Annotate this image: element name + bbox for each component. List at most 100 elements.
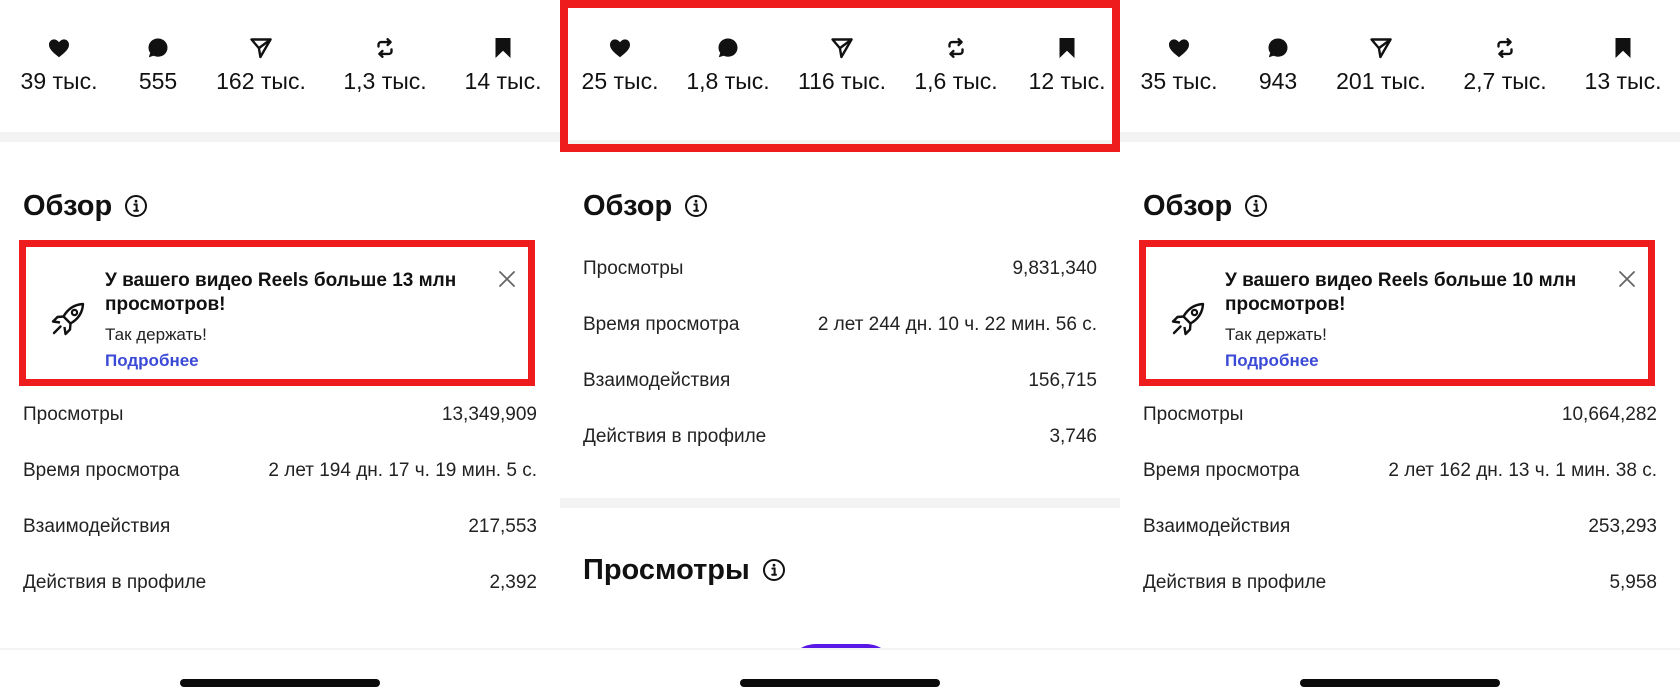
overview-title: Обзор bbox=[1143, 189, 1233, 222]
metric-label: Действия в профиле bbox=[23, 572, 207, 593]
metric-value: 156,715 bbox=[1028, 370, 1097, 391]
metric-row-profile-activity: Действия в профиле 5,958 bbox=[1143, 572, 1657, 628]
metric-value: 2,392 bbox=[489, 572, 537, 593]
home-indicator[interactable] bbox=[740, 679, 940, 687]
insights-panel-2: 25 тыс. 1,8 тыс. 116 тыс. 1,6 тыс. 12 ты… bbox=[560, 0, 1120, 700]
comments-count: 555 bbox=[138, 68, 178, 94]
likes-stat[interactable]: 39 тыс. bbox=[4, 36, 114, 95]
bookmark-icon bbox=[1611, 36, 1635, 60]
info-icon[interactable] bbox=[1244, 194, 1268, 218]
bookmark-icon bbox=[1055, 36, 1079, 60]
reposts-stat[interactable]: 1,6 тыс. bbox=[901, 36, 1011, 95]
overview-header: Обзор bbox=[23, 186, 148, 226]
metric-row-interactions: Взаимодействия 253,293 bbox=[1143, 516, 1657, 572]
bottom-area bbox=[560, 650, 1120, 700]
overview-title: Обзор bbox=[23, 189, 113, 222]
comments-count: 1,8 тыс. bbox=[686, 68, 770, 94]
saves-stat[interactable]: 14 тыс. bbox=[448, 36, 558, 95]
repost-icon bbox=[373, 36, 397, 60]
heart-icon bbox=[608, 36, 632, 60]
reposts-stat[interactable]: 2,7 тыс. bbox=[1450, 36, 1560, 95]
section-divider bbox=[1120, 132, 1680, 142]
insights-panel-3: 35 тыс. 943 201 тыс. 2,7 тыс. 13 тыс. Об… bbox=[1120, 0, 1680, 700]
comment-icon bbox=[716, 36, 740, 60]
comment-icon bbox=[146, 36, 170, 60]
shares-stat[interactable]: 201 тыс. bbox=[1326, 36, 1436, 95]
share-icon bbox=[1369, 36, 1393, 60]
milestone-banner: У вашего видео Reels больше 13 млн просм… bbox=[19, 240, 535, 386]
metric-label: Просмотры bbox=[583, 258, 684, 279]
heart-icon bbox=[1167, 36, 1191, 60]
metric-label: Время просмотра bbox=[23, 460, 180, 481]
metric-row-watch-time: Время просмотра 2 лет 194 дн. 17 ч. 19 м… bbox=[23, 460, 537, 516]
bottom-area bbox=[1120, 650, 1680, 700]
repost-icon bbox=[944, 36, 968, 60]
home-indicator[interactable] bbox=[1300, 679, 1500, 687]
banner-subtitle: Так держать! bbox=[105, 325, 207, 344]
saves-stat[interactable]: 12 тыс. bbox=[1012, 36, 1120, 95]
overview-header: Обзор bbox=[583, 186, 708, 226]
metric-value: 10,664,282 bbox=[1561, 404, 1657, 425]
shares-count: 201 тыс. bbox=[1336, 68, 1426, 94]
likes-count: 25 тыс. bbox=[581, 68, 659, 94]
share-icon bbox=[249, 36, 273, 60]
comments-stat[interactable]: 555 bbox=[103, 36, 213, 95]
metric-value: 5,958 bbox=[1609, 572, 1657, 593]
metric-row-interactions: Взаимодействия 156,715 bbox=[583, 370, 1097, 426]
rocket-icon bbox=[48, 299, 88, 339]
metric-value: 2 лет 162 дн. 13 ч. 1 мин. 38 с. bbox=[1388, 460, 1657, 481]
learn-more-link[interactable]: Подробнее bbox=[1225, 351, 1319, 371]
shares-count: 116 тыс. bbox=[797, 68, 886, 94]
metric-row-interactions: Взаимодействия 217,553 bbox=[23, 516, 537, 572]
metric-row-views: Просмотры 10,664,282 bbox=[1143, 404, 1657, 460]
metric-value: 217,553 bbox=[468, 516, 537, 537]
metric-row-views: Просмотры 9,831,340 bbox=[583, 258, 1097, 314]
close-icon[interactable] bbox=[497, 269, 517, 289]
likes-stat[interactable]: 35 тыс. bbox=[1124, 36, 1234, 95]
overview-metrics: Просмотры 9,831,340 Время просмотра 2 ле… bbox=[583, 258, 1097, 482]
saves-count: 14 тыс. bbox=[464, 68, 542, 94]
bottom-area bbox=[0, 650, 560, 700]
comments-stat[interactable]: 943 bbox=[1223, 36, 1333, 95]
insights-panel-1: 39 тыс. 555 162 тыс. 1,3 тыс. 14 тыс. Об… bbox=[0, 0, 560, 700]
close-icon[interactable] bbox=[1617, 269, 1637, 289]
metric-value: 2 лет 244 дн. 10 ч. 22 мин. 56 с. bbox=[817, 314, 1097, 335]
metric-label: Взаимодействия bbox=[583, 370, 731, 391]
shares-stat[interactable]: 162 тыс. bbox=[206, 36, 316, 95]
section-divider bbox=[560, 498, 1120, 508]
info-icon[interactable] bbox=[684, 194, 708, 218]
share-icon bbox=[830, 36, 854, 60]
info-icon[interactable] bbox=[124, 194, 148, 218]
metric-row-watch-time: Время просмотра 2 лет 244 дн. 10 ч. 22 м… bbox=[583, 314, 1097, 370]
metric-label: Действия в профиле bbox=[1143, 572, 1327, 593]
bookmark-icon bbox=[491, 36, 515, 60]
metric-label: Время просмотра bbox=[583, 314, 740, 335]
rocket-icon bbox=[1168, 299, 1208, 339]
overview-metrics: Просмотры 13,349,909 Время просмотра 2 л… bbox=[23, 404, 537, 628]
reposts-count: 1,6 тыс. bbox=[914, 68, 998, 94]
milestone-banner: У вашего видео Reels больше 10 млн просм… bbox=[1139, 240, 1655, 386]
likes-count: 35 тыс. bbox=[1140, 68, 1218, 94]
metric-value: 2 лет 194 дн. 17 ч. 19 мин. 5 с. bbox=[268, 460, 537, 481]
likes-stat[interactable]: 25 тыс. bbox=[565, 36, 675, 95]
overview-metrics: Просмотры 10,664,282 Время просмотра 2 л… bbox=[1143, 404, 1657, 628]
comment-icon bbox=[1266, 36, 1290, 60]
metric-label: Просмотры bbox=[1143, 404, 1244, 425]
saves-count: 13 тыс. bbox=[1584, 68, 1662, 94]
metric-value: 3,746 bbox=[1049, 426, 1097, 447]
saves-stat[interactable]: 13 тыс. bbox=[1568, 36, 1678, 95]
metric-label: Взаимодействия bbox=[1143, 516, 1291, 537]
reel-stats-row: 35 тыс. 943 201 тыс. 2,7 тыс. 13 тыс. bbox=[1120, 36, 1680, 106]
metric-row-watch-time: Время просмотра 2 лет 162 дн. 13 ч. 1 ми… bbox=[1143, 460, 1657, 516]
home-indicator[interactable] bbox=[180, 679, 380, 687]
info-icon[interactable] bbox=[762, 558, 786, 582]
comments-stat[interactable]: 1,8 тыс. bbox=[673, 36, 783, 95]
metric-label: Время просмотра bbox=[1143, 460, 1300, 481]
metric-row-views: Просмотры 13,349,909 bbox=[23, 404, 537, 460]
views-header: Просмотры bbox=[583, 550, 786, 590]
metric-label: Взаимодействия bbox=[23, 516, 171, 537]
reposts-stat[interactable]: 1,3 тыс. bbox=[330, 36, 440, 95]
learn-more-link[interactable]: Подробнее bbox=[105, 351, 199, 371]
views-title: Просмотры bbox=[583, 553, 750, 586]
shares-stat[interactable]: 116 тыс. bbox=[787, 36, 897, 95]
